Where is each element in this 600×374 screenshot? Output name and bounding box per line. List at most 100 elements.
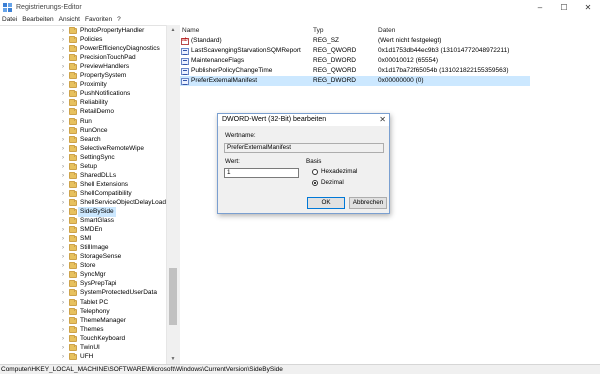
value-data: 0x1d17ba72f65054b (131021822155359563) bbox=[378, 67, 509, 74]
column-data[interactable]: Daten bbox=[378, 25, 395, 36]
list-header: Name Typ Daten bbox=[180, 25, 600, 36]
base-group-label: Basis bbox=[306, 158, 322, 165]
folder-icon bbox=[69, 126, 77, 134]
dialog-title: DWORD-Wert (32-Bit) bearbeiten bbox=[222, 116, 327, 123]
radio-hexadecimal-icon[interactable] bbox=[312, 168, 318, 175]
folder-icon bbox=[69, 108, 77, 116]
value-name: (Standard) bbox=[191, 37, 222, 44]
folder-icon bbox=[69, 189, 77, 197]
menu-help[interactable]: ? bbox=[117, 16, 121, 23]
folder-icon bbox=[69, 226, 77, 234]
value-type: REG_QWORD bbox=[313, 67, 357, 74]
value-name: PublisherPolicyChangeTime bbox=[191, 67, 273, 74]
column-name[interactable]: Name bbox=[182, 25, 199, 36]
folder-icon bbox=[69, 144, 77, 152]
hexadecimal-label[interactable]: Hexadezimal bbox=[321, 168, 357, 175]
status-bar: Computer\HKEY_LOCAL_MACHINE\SOFTWARE\Mic… bbox=[0, 364, 600, 374]
close-button[interactable]: ✕ bbox=[576, 0, 600, 14]
value-data: 0x00000000 (0) bbox=[378, 77, 424, 84]
binary-value-icon bbox=[181, 58, 189, 65]
folder-icon bbox=[69, 334, 77, 342]
value-name: MaintenanceFlags bbox=[191, 57, 245, 64]
menu-view[interactable]: Ansicht bbox=[59, 16, 80, 23]
folder-icon bbox=[69, 135, 77, 143]
window-title: Registrierungs-Editor bbox=[16, 3, 82, 11]
title-bar: Registrierungs-Editor – ☐ ✕ bbox=[0, 0, 600, 14]
folder-icon bbox=[69, 307, 77, 315]
folder-icon bbox=[69, 235, 77, 243]
folder-icon bbox=[69, 253, 77, 261]
binary-value-icon bbox=[181, 48, 189, 55]
cancel-button[interactable]: Abbrechen bbox=[349, 197, 387, 209]
folder-icon bbox=[69, 325, 77, 333]
folder-icon bbox=[69, 27, 77, 34]
folder-icon bbox=[69, 298, 77, 306]
value-name-field: PreferExternalManifest bbox=[224, 143, 384, 153]
value-row[interactable]: PublisherPolicyChangeTime REG_QWORD 0x1d17… bbox=[180, 66, 530, 76]
dialog-close-icon[interactable]: ✕ bbox=[379, 115, 386, 124]
value-data: (Wert nicht festgelegt) bbox=[378, 37, 442, 44]
edit-dword-dialog: DWORD-Wert (32-Bit) bearbeiten ✕ Wertnam… bbox=[217, 113, 390, 214]
folder-icon bbox=[69, 217, 77, 225]
registry-editor-icon bbox=[3, 2, 12, 12]
folder-icon bbox=[69, 280, 77, 288]
expand-chevron-icon[interactable]: › bbox=[60, 352, 66, 362]
string-value-icon bbox=[181, 37, 189, 45]
value-type: REG_DWORD bbox=[313, 77, 356, 84]
column-type[interactable]: Typ bbox=[313, 25, 323, 36]
folder-icon bbox=[69, 262, 77, 270]
folder-icon bbox=[69, 63, 77, 71]
folder-icon bbox=[69, 244, 77, 252]
menu-file[interactable]: Datei bbox=[2, 16, 17, 23]
menu-edit[interactable]: Bearbeiten bbox=[22, 16, 53, 23]
value-label: Wert: bbox=[225, 158, 240, 165]
folder-icon bbox=[69, 343, 77, 351]
status-path: Computer\HKEY_LOCAL_MACHINE\SOFTWARE\Mic… bbox=[1, 366, 283, 373]
folder-icon bbox=[69, 171, 77, 179]
binary-value-icon bbox=[181, 68, 189, 75]
decimal-radio[interactable]: Dezimal bbox=[312, 179, 344, 186]
value-name: PreferExternalManifest bbox=[191, 77, 258, 84]
folder-icon bbox=[69, 271, 77, 279]
folder-icon bbox=[69, 54, 77, 62]
hexadecimal-radio[interactable]: Hexadezimal bbox=[312, 168, 357, 175]
folder-icon bbox=[69, 36, 77, 44]
folder-icon bbox=[69, 81, 77, 89]
menu-bar: Datei Bearbeiten Ansicht Favoriten ? bbox=[0, 14, 600, 25]
value-name: LastScavengingStarvationSQMReport bbox=[191, 47, 301, 54]
maximize-button[interactable]: ☐ bbox=[552, 0, 576, 14]
folder-icon bbox=[69, 180, 77, 188]
value-type: REG_DWORD bbox=[313, 57, 356, 64]
folder-icon bbox=[69, 117, 77, 125]
tree-item-label[interactable]: UFH bbox=[78, 352, 95, 362]
tree-scrollbar[interactable]: ▲ ▼ bbox=[166, 25, 178, 364]
folder-icon bbox=[69, 99, 77, 107]
ok-button[interactable]: OK bbox=[307, 197, 345, 209]
value-type: REG_QWORD bbox=[313, 47, 357, 54]
tree-item[interactable]: › UFH bbox=[0, 352, 166, 362]
value-name-label: Wertname: bbox=[225, 132, 256, 139]
value-data: 0x00010012 (65554) bbox=[378, 57, 438, 64]
folder-icon bbox=[69, 45, 77, 53]
value-row[interactable]: MaintenanceFlags REG_DWORD 0x00010012 (655… bbox=[180, 56, 530, 66]
value-type: REG_SZ bbox=[313, 37, 340, 44]
folder-icon bbox=[69, 352, 77, 360]
folder-icon bbox=[69, 162, 77, 170]
menu-favorites[interactable]: Favoriten bbox=[85, 16, 112, 23]
decimal-label[interactable]: Dezimal bbox=[321, 179, 344, 186]
registry-tree[interactable]: › PhotoPropertyHandler › Policies › PowerEffi… bbox=[0, 25, 178, 364]
folder-icon bbox=[69, 316, 77, 324]
scrollbar-thumb[interactable] bbox=[169, 268, 177, 325]
folder-icon bbox=[69, 153, 77, 161]
folder-icon bbox=[69, 208, 77, 215]
minimize-button[interactable]: – bbox=[528, 0, 552, 14]
dialog-title-bar: DWORD-Wert (32-Bit) bearbeiten ✕ bbox=[218, 114, 389, 126]
value-data: 0x1d1753db44ec9b3 (131014772048972211) bbox=[378, 47, 510, 54]
value-data-input[interactable]: 1 bbox=[224, 168, 299, 178]
folder-icon bbox=[69, 289, 77, 297]
value-row[interactable]: LastScavengingStarvationSQMReport REG_QWO… bbox=[180, 46, 530, 56]
value-row[interactable]: PreferExternalManifest REG_DWORD 0x0000000… bbox=[180, 76, 530, 86]
value-row[interactable]: (Standard) REG_SZ (Wert nicht festgelegt) bbox=[180, 36, 530, 46]
radio-decimal-icon[interactable] bbox=[312, 179, 318, 186]
folder-icon bbox=[69, 72, 77, 80]
